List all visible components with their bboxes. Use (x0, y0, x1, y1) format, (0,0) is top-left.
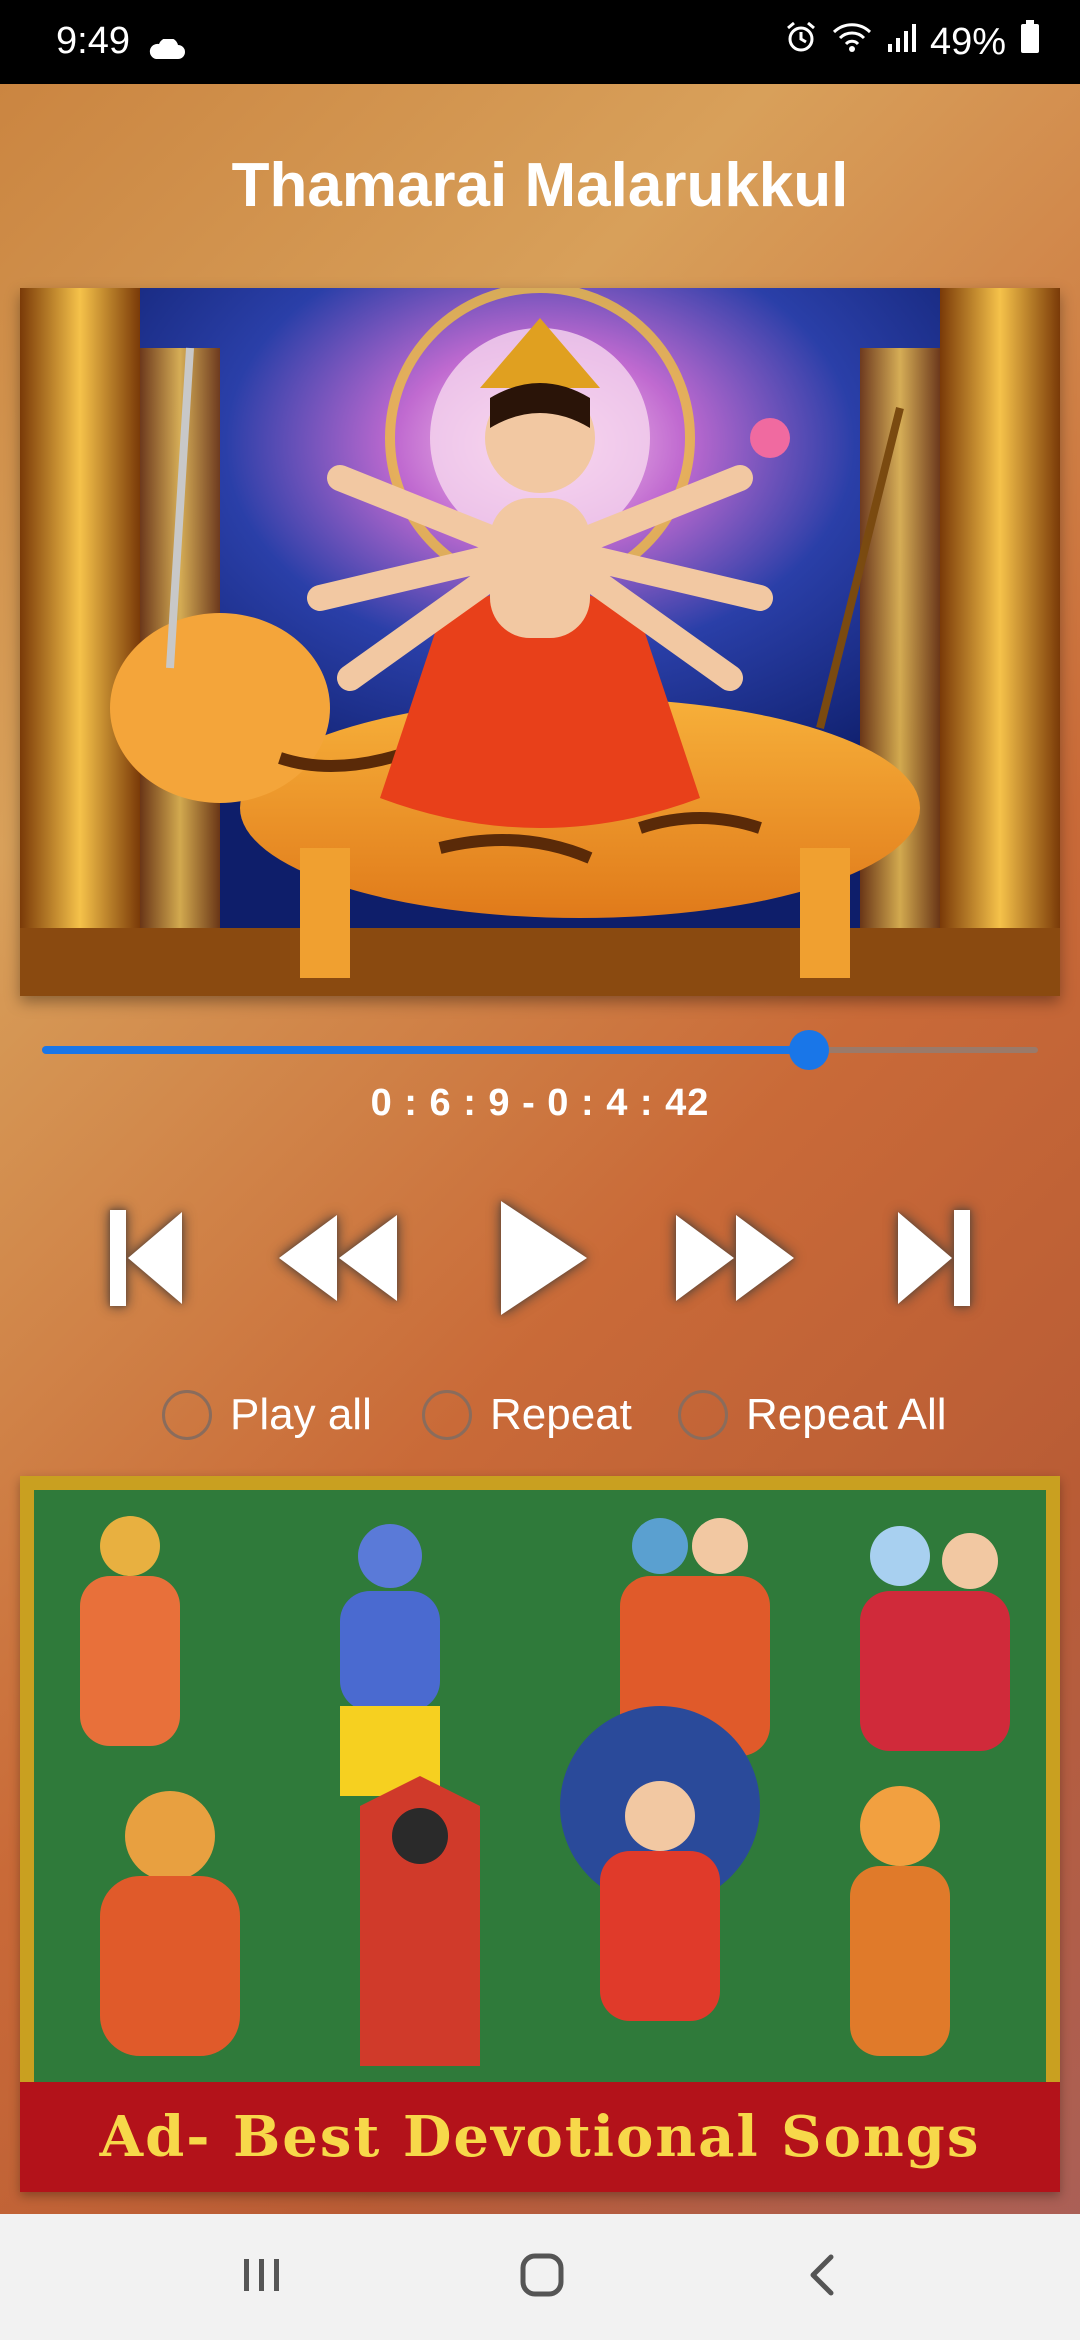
ad-caption: Ad- Best Devotional Songs (20, 2082, 1060, 2192)
play-button[interactable] (464, 1190, 614, 1330)
rewind-icon (265, 1203, 415, 1318)
recent-apps-button[interactable] (222, 2244, 302, 2310)
time-display: 0 : 6 : 9 - 0 : 4 : 42 (370, 1082, 710, 1124)
playback-controls (0, 1190, 1080, 1330)
skip-next-button[interactable] (860, 1190, 1010, 1330)
song-title: Thamarai Malarukkul (231, 151, 849, 220)
repeat-all-label: Repeat All (746, 1390, 947, 1439)
seek-thumb[interactable] (788, 1030, 829, 1070)
home-icon (519, 2252, 565, 2303)
play-all-radio[interactable] (162, 1390, 212, 1440)
system-nav-bar (0, 2214, 1080, 2340)
home-button[interactable] (502, 2244, 582, 2310)
playback-options: Play all Repeat Repeat All (0, 1380, 1080, 1450)
repeat-option[interactable]: Repeat (422, 1380, 632, 1450)
album-art (20, 288, 1060, 996)
cloud-icon (148, 28, 186, 71)
seek-bar[interactable] (42, 1030, 1038, 1070)
signal-icon (886, 21, 916, 64)
battery-text: 49% (929, 20, 1006, 63)
repeat-label: Repeat (490, 1390, 632, 1439)
status-time: 9:49 (56, 20, 130, 62)
fast-forward-icon (660, 1203, 810, 1318)
play-all-label: Play all (230, 1390, 372, 1439)
seek-progress (42, 1046, 809, 1054)
back-button[interactable] (782, 2244, 862, 2310)
rewind-button[interactable] (265, 1190, 415, 1330)
battery-icon (1020, 20, 1040, 64)
back-icon (807, 2253, 837, 2302)
alarm-icon (784, 20, 818, 64)
status-bar: 9:49 49% (0, 0, 1080, 84)
skip-previous-icon (90, 1198, 200, 1323)
skip-next-icon (880, 1198, 990, 1323)
recent-apps-icon (240, 2255, 284, 2300)
fast-forward-button[interactable] (660, 1190, 810, 1330)
ad-banner[interactable]: Ad- Best Devotional Songs (20, 1476, 1060, 2192)
repeat-all-option[interactable]: Repeat All (678, 1380, 947, 1450)
play-all-option[interactable]: Play all (162, 1380, 372, 1450)
skip-previous-button[interactable] (70, 1190, 220, 1330)
repeat-all-radio[interactable] (678, 1390, 728, 1440)
wifi-icon (832, 20, 872, 64)
play-icon (479, 1193, 599, 1328)
repeat-radio[interactable] (422, 1390, 472, 1440)
